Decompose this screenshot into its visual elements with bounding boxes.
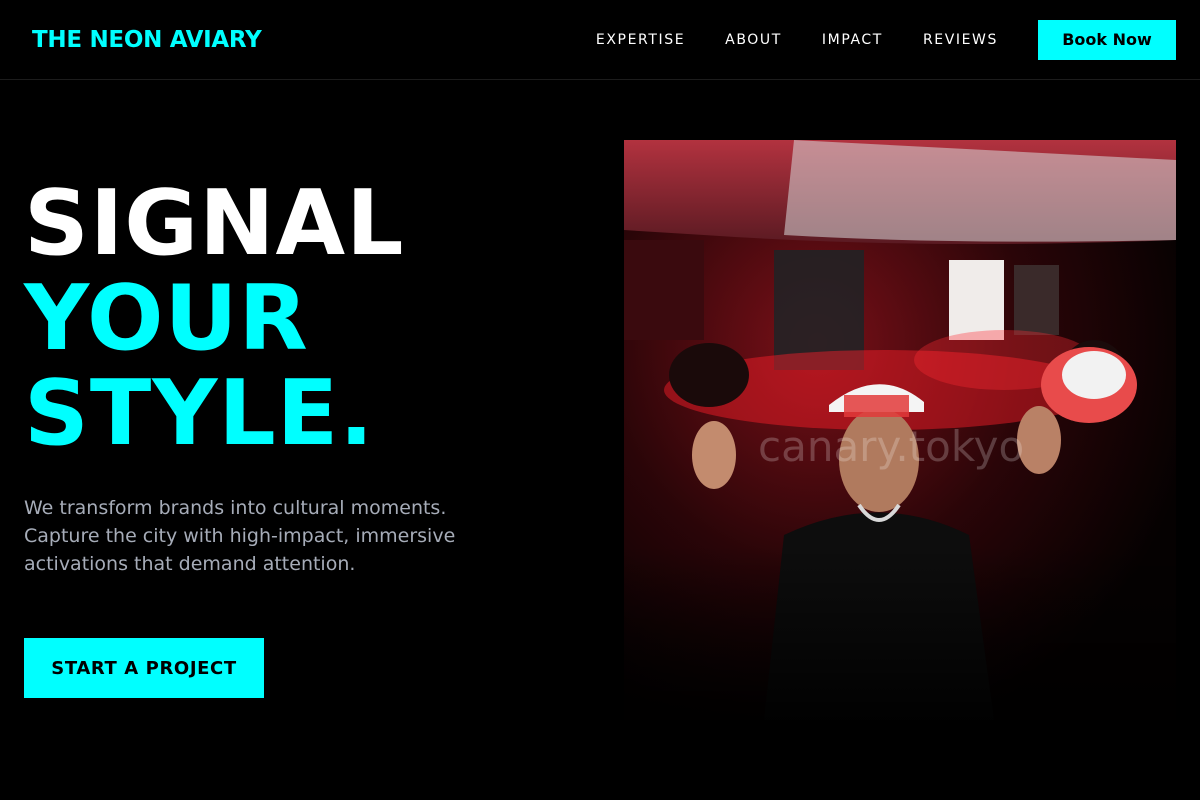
primary-nav: EXPERTISE ABOUT IMPACT REVIEWS Book Now [596,19,1176,60]
photo-watermark: canary.tokyo [758,422,1025,471]
headline-line-style: STYLE. [24,361,375,466]
hero-headline: SIGNAL YOUR STYLE. [24,176,584,461]
start-project-button[interactable]: START A PROJECT [24,638,264,698]
hero-title: SIGNAL YOUR STYLE. [24,176,584,461]
hero-photo: canary.tokyo [624,140,1176,720]
headline-line-your: YOUR [24,266,309,371]
nav-link-about[interactable]: ABOUT [725,32,782,48]
brand-logo[interactable]: THE NEON AVIARY [32,27,262,53]
nav-link-impact[interactable]: IMPACT [822,32,883,48]
top-navbar: THE NEON AVIARY EXPERTISE ABOUT IMPACT R… [0,0,1200,80]
hero-subcopy: We transform brands into cultural moment… [24,497,456,575]
book-now-button[interactable]: Book Now [1038,19,1176,60]
nav-link-expertise[interactable]: EXPERTISE [596,32,685,48]
nav-link-reviews[interactable]: REVIEWS [923,32,998,48]
headline-line-signal: SIGNAL [24,171,405,276]
